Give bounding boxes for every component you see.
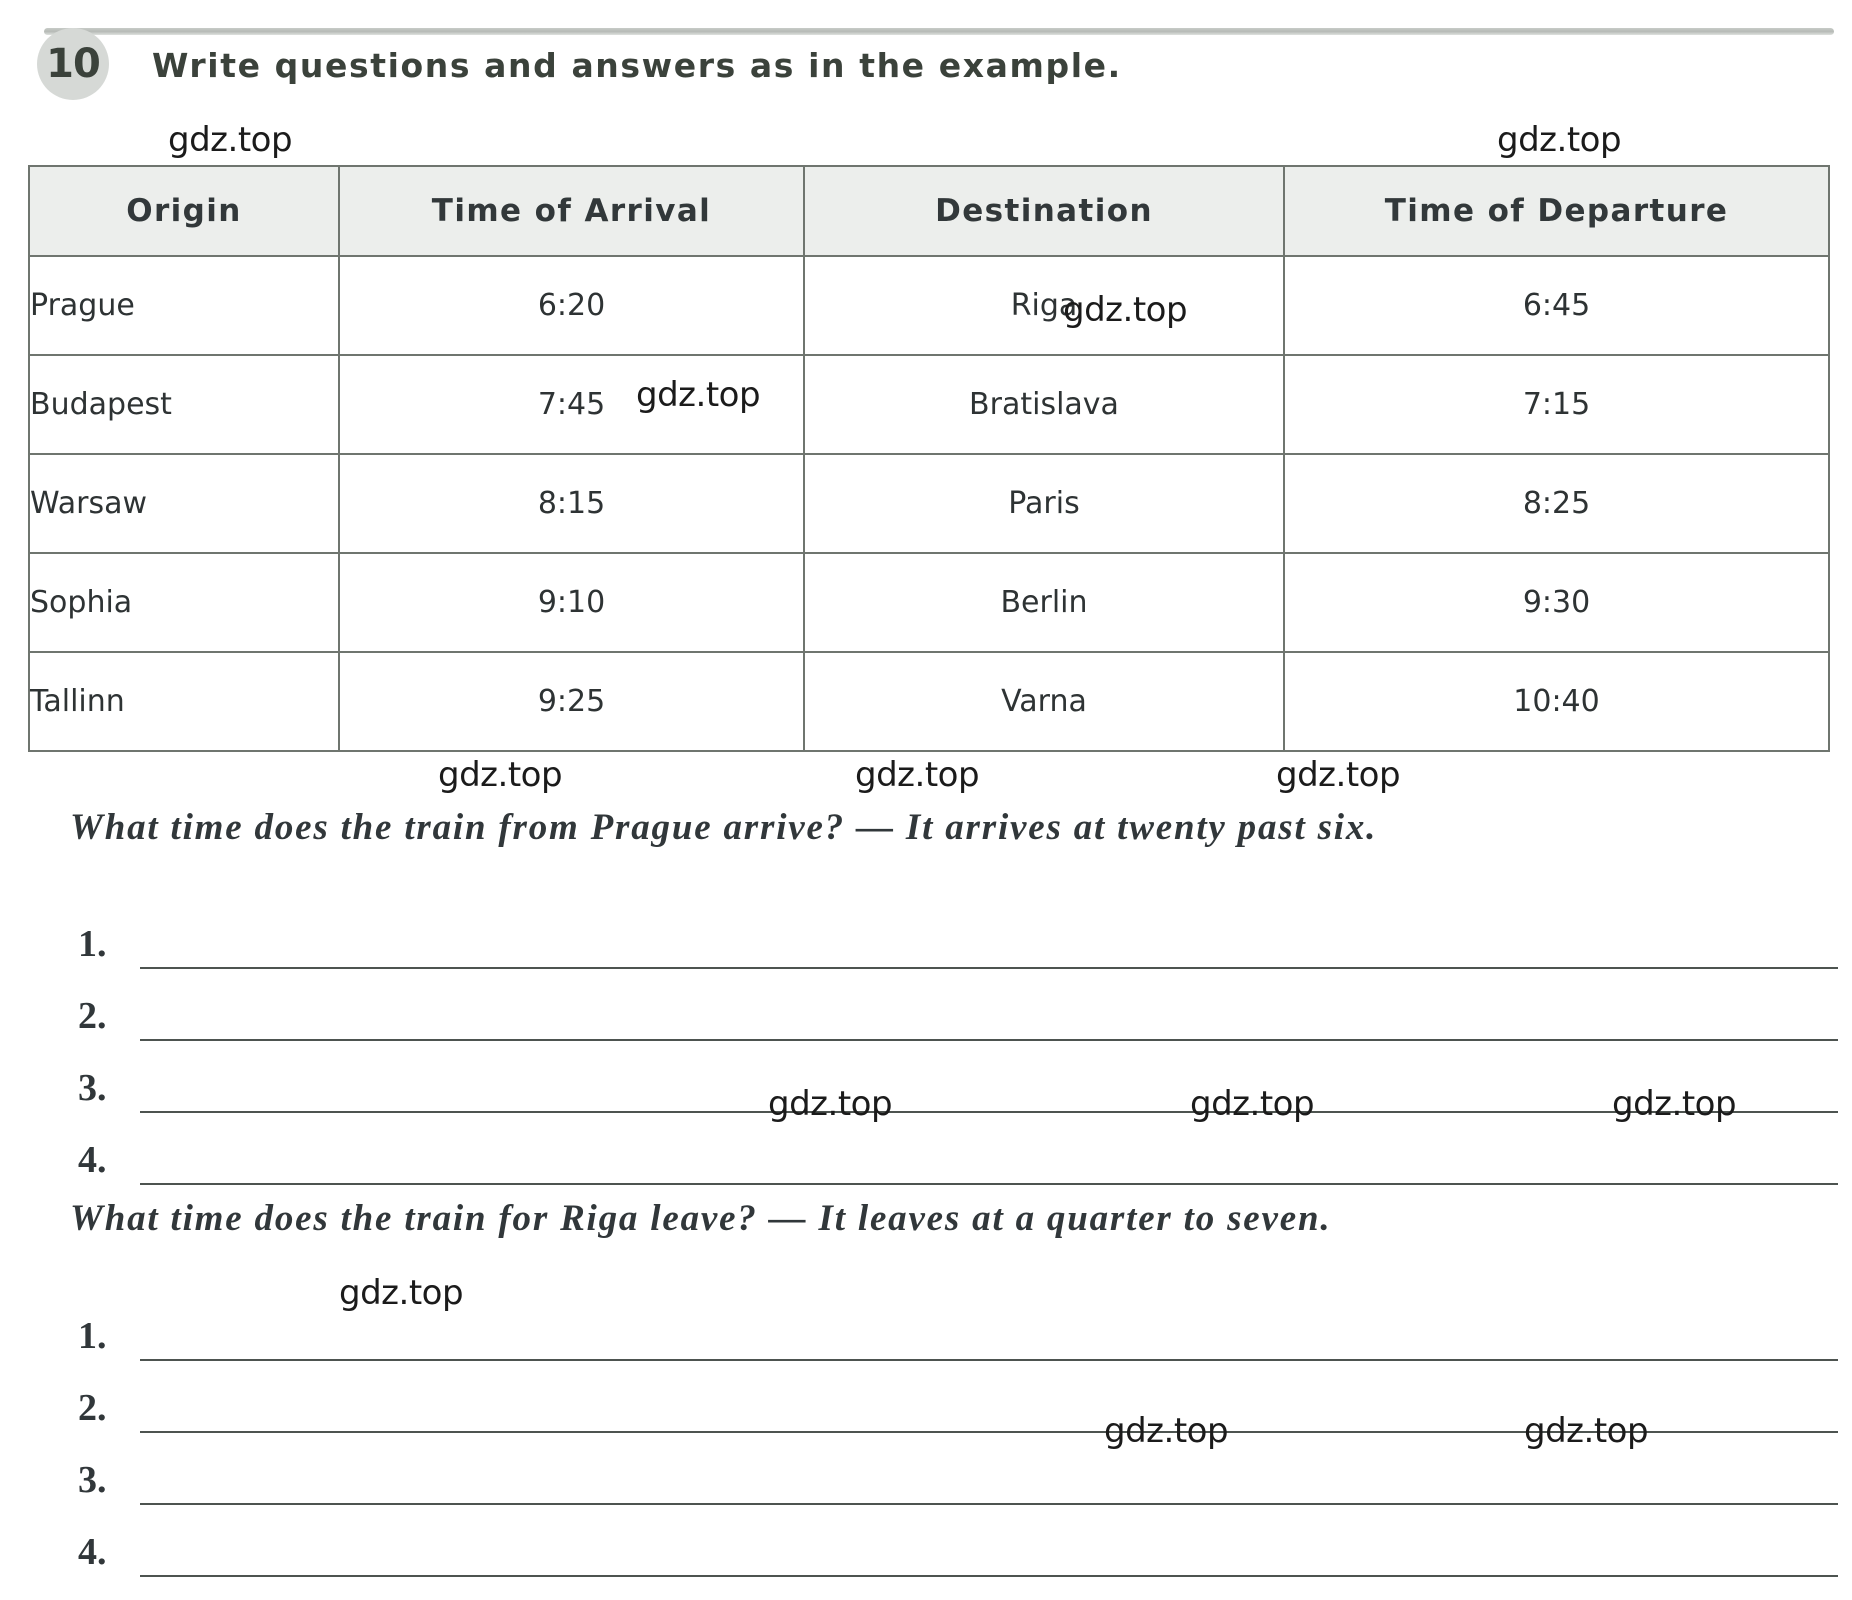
answer-lines-group-1: 1. 2. 3. 4.: [78, 920, 1838, 1208]
table-row: Warsaw 8:15 Paris 8:25: [28, 453, 1830, 554]
answer-line-row: 1.: [78, 920, 1838, 992]
answer-line-number: 1.: [78, 923, 107, 965]
table-row: Budapest 7:45 Bratislava 7:15: [28, 354, 1830, 455]
watermark-label: gdz.top: [855, 755, 980, 795]
answer-lines-group-2: 1. 2. 3. 4.: [78, 1312, 1838, 1600]
exercise-instruction: Write questions and answers as in the ex…: [152, 46, 1122, 85]
cell-arrival: 8:15: [338, 453, 805, 554]
exercise-number-badge: 10: [37, 28, 109, 100]
watermark-label: gdz.top: [339, 1273, 464, 1313]
cell-origin: Sophia: [28, 552, 340, 653]
train-timetable: Origin Time of Arrival Destination Time …: [28, 165, 1830, 752]
table-row: Prague 6:20 Riga 6:45: [28, 255, 1830, 356]
table-row: Sophia 9:10 Berlin 9:30: [28, 552, 1830, 653]
column-header-origin: Origin: [28, 165, 340, 257]
cell-destination: Riga: [803, 255, 1285, 356]
answer-line-number: 3.: [78, 1459, 107, 1501]
watermark-label: gdz.top: [1497, 120, 1622, 160]
answer-line-number: 2.: [78, 995, 107, 1037]
example-sentence-departure: What time does the train for Riga leave?…: [70, 1198, 1332, 1239]
cell-destination: Bratislava: [803, 354, 1285, 455]
watermark-label: gdz.top: [636, 375, 761, 415]
answer-write-line[interactable]: [140, 1503, 1838, 1505]
exercise-number: 10: [46, 41, 101, 87]
answer-line-number: 2.: [78, 1387, 107, 1429]
watermark-label: gdz.top: [1190, 1084, 1315, 1124]
cell-departure: 6:45: [1283, 255, 1830, 356]
answer-write-line[interactable]: [140, 967, 1838, 969]
watermark-label: gdz.top: [1104, 1411, 1229, 1451]
watermark-label: gdz.top: [438, 755, 563, 795]
answer-line-row: 2.: [78, 992, 1838, 1064]
watermark-label: gdz.top: [1063, 290, 1188, 330]
cell-destination: Paris: [803, 453, 1285, 554]
cell-destination: Berlin: [803, 552, 1285, 653]
answer-line-number: 1.: [78, 1315, 107, 1357]
cell-arrival: 9:10: [338, 552, 805, 653]
answer-line-number: 4.: [78, 1531, 107, 1573]
answer-line-row: 3.: [78, 1456, 1838, 1528]
worksheet-page: 10 Write questions and answers as in the…: [0, 0, 1852, 1577]
answer-line-number: 3.: [78, 1067, 107, 1109]
answer-write-line[interactable]: [140, 1039, 1838, 1041]
column-header-departure: Time of Departure: [1283, 165, 1830, 257]
cell-origin: Budapest: [28, 354, 340, 455]
cell-destination: Varna: [803, 651, 1285, 752]
cell-departure: 10:40: [1283, 651, 1830, 752]
watermark-label: gdz.top: [1276, 755, 1401, 795]
answer-write-line[interactable]: [140, 1183, 1838, 1185]
column-header-destination: Destination: [803, 165, 1285, 257]
watermark-label: gdz.top: [768, 1084, 893, 1124]
answer-write-line[interactable]: [140, 1111, 1838, 1113]
cell-arrival: 6:20: [338, 255, 805, 356]
watermark-label: gdz.top: [1524, 1411, 1649, 1451]
example-sentence-arrival: What time does the train from Prague arr…: [70, 807, 1378, 848]
cell-origin: Prague: [28, 255, 340, 356]
answer-line-row: 3.: [78, 1064, 1838, 1136]
watermark-label: gdz.top: [168, 120, 293, 160]
column-header-arrival: Time of Arrival: [338, 165, 805, 257]
cell-departure: 8:25: [1283, 453, 1830, 554]
watermark-label: gdz.top: [1612, 1084, 1737, 1124]
cell-departure: 9:30: [1283, 552, 1830, 653]
table-row: Tallinn 9:25 Varna 10:40: [28, 651, 1830, 752]
cell-departure: 7:15: [1283, 354, 1830, 455]
cell-arrival: 9:25: [338, 651, 805, 752]
timetable-wrapper: Origin Time of Arrival Destination Time …: [28, 165, 1830, 752]
cell-origin: Warsaw: [28, 453, 340, 554]
answer-line-row: 1.: [78, 1312, 1838, 1384]
answer-line-row: 4.: [78, 1528, 1838, 1600]
cell-origin: Tallinn: [28, 651, 340, 752]
table-header-row: Origin Time of Arrival Destination Time …: [28, 165, 1830, 257]
answer-write-line[interactable]: [140, 1359, 1838, 1361]
answer-line-number: 4.: [78, 1139, 107, 1181]
answer-write-line[interactable]: [140, 1575, 1838, 1577]
header-divider-rule: [44, 28, 1834, 35]
